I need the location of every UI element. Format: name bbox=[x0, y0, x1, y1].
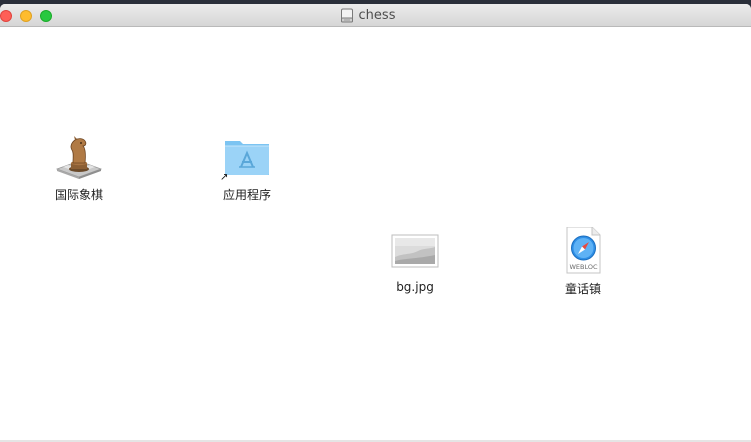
disk-image-icon bbox=[340, 8, 353, 23]
file-item-bg-jpg[interactable]: bg.jpg bbox=[365, 227, 465, 294]
folder-content[interactable]: 国际象棋 ↗ 应用程序 bg.jpg WEBLOC 童话镇 bbox=[0, 27, 751, 442]
webloc-file-icon: WEBLOC bbox=[558, 227, 608, 275]
file-item-webloc[interactable]: WEBLOC 童话镇 bbox=[533, 227, 633, 297]
minimize-button[interactable] bbox=[20, 10, 32, 22]
file-label: 国际象棋 bbox=[54, 188, 103, 202]
close-button[interactable] bbox=[0, 10, 12, 22]
file-label: 童话镇 bbox=[564, 282, 601, 296]
alias-arrow-icon: ↗ bbox=[220, 172, 229, 183]
zoom-button[interactable] bbox=[40, 10, 52, 22]
webloc-badge: WEBLOC bbox=[569, 263, 597, 271]
file-item-applications-folder[interactable]: ↗ 应用程序 bbox=[197, 133, 297, 203]
image-file-icon bbox=[390, 227, 440, 275]
applications-folder-alias-icon: ↗ bbox=[220, 133, 272, 183]
window-title: chess bbox=[358, 8, 396, 23]
file-item-chess-app[interactable]: 国际象棋 bbox=[29, 133, 129, 203]
file-label: bg.jpg bbox=[396, 280, 434, 294]
file-label: 应用程序 bbox=[222, 188, 271, 202]
window-title-group: chess bbox=[0, 4, 751, 27]
title-bar[interactable]: chess bbox=[0, 4, 751, 27]
finder-window: chess 国际象棋 ↗ 应用程序 bg.jpg WEBLOC 童话镇 bbox=[0, 4, 751, 442]
chess-app-icon bbox=[54, 133, 104, 181]
